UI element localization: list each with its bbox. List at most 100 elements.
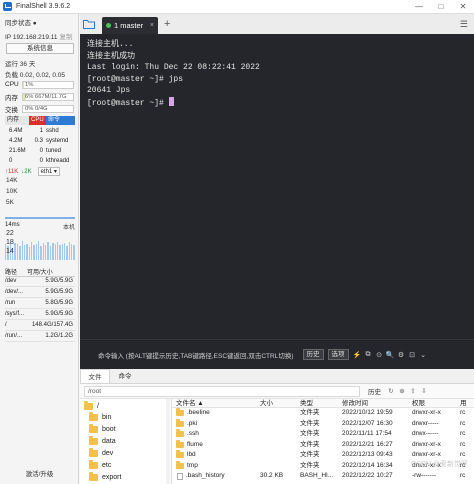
folder-icon bbox=[176, 450, 184, 459]
disk-row: /run/... 1.2G/1.2G bbox=[5, 331, 75, 342]
process-name: sshd bbox=[46, 128, 59, 134]
path-input[interactable]: /root bbox=[84, 385, 360, 397]
tree-item-data[interactable]: data bbox=[89, 435, 116, 447]
open-folder-button[interactable] bbox=[80, 14, 98, 34]
latency-graph: 22 18 14 bbox=[5, 230, 75, 260]
menu-icon[interactable]: ☰ bbox=[460, 19, 468, 30]
tab-master[interactable]: 1 master × bbox=[102, 17, 158, 34]
sync-status[interactable]: 同步状态 ● bbox=[5, 17, 37, 27]
disk-path: /run/... bbox=[5, 333, 23, 339]
directory-tree: / bin boot data dev etc export bbox=[80, 399, 172, 484]
file-owner: rc bbox=[460, 430, 466, 437]
col-size[interactable]: 大小 bbox=[258, 399, 300, 407]
tree-item-bin[interactable]: bin bbox=[89, 411, 111, 423]
tree-item-dev[interactable]: dev bbox=[89, 447, 113, 459]
file-name-text: .bash_history bbox=[186, 472, 225, 479]
upload-icon[interactable]: ⇧ bbox=[409, 387, 417, 395]
cpu-meter: CPU 1% bbox=[5, 80, 74, 89]
tree-label: boot bbox=[102, 425, 116, 433]
ip-address: IP 192.168.219.11 bbox=[5, 34, 58, 41]
net-tick: 10K bbox=[6, 188, 18, 195]
disk-size: 5.9G/5.9G bbox=[45, 311, 73, 317]
latency-bar bbox=[28, 247, 30, 260]
latency-bar bbox=[30, 242, 33, 260]
quick-command-icon[interactable]: ⚡ bbox=[353, 350, 362, 360]
fullscreen-icon[interactable]: ⊡ bbox=[408, 350, 417, 360]
activate-upgrade-link[interactable]: 激活/升级 bbox=[0, 468, 79, 478]
add-tab-button[interactable]: + bbox=[164, 18, 170, 30]
file-owner: rc bbox=[460, 472, 466, 479]
session-tab-bar: 1 master × + ☰ bbox=[80, 14, 474, 34]
bottom-panel-tabs: 文件 命令 bbox=[80, 369, 474, 384]
search-icon[interactable]: 🔍 bbox=[386, 350, 395, 360]
tree-item-boot[interactable]: boot bbox=[89, 423, 116, 435]
file-row[interactable]: .ssh 文件夹 2022/11/11 17:54 drwx------ rc bbox=[172, 429, 474, 440]
tab-close-icon[interactable]: × bbox=[150, 22, 154, 29]
file-modified: 2022/12/21 16:27 bbox=[342, 440, 393, 448]
path-history-button[interactable]: 历史 bbox=[368, 386, 381, 396]
command-input-bar: 命令输入 (按ALT键提示历史,TAB键路径,ESC键返回,双击CTRL切换) … bbox=[80, 339, 474, 369]
sort-by-cpu[interactable]: CPU bbox=[29, 116, 46, 125]
sort-by-memory[interactable]: 内存 bbox=[5, 116, 29, 125]
close-button[interactable]: ✕ bbox=[452, 0, 474, 14]
history-button[interactable]: 历史 bbox=[302, 349, 324, 360]
tab-files[interactable]: 文件 bbox=[80, 369, 110, 383]
file-row[interactable]: .pki 文件夹 2022/12/07 16:30 drwxr----- rc bbox=[172, 418, 474, 430]
tree-label: etc bbox=[102, 461, 112, 469]
latency-tick: 22 bbox=[6, 230, 14, 237]
process-name: systemd bbox=[46, 138, 69, 144]
refresh-icon[interactable]: ↻ bbox=[387, 387, 395, 395]
maximize-button[interactable]: □ bbox=[430, 0, 452, 14]
tab-commands[interactable]: 命令 bbox=[110, 369, 140, 383]
target-icon[interactable]: ⊙ bbox=[375, 350, 384, 360]
file-modified: 2022/12/14 16:34 bbox=[342, 461, 393, 469]
col-modified[interactable]: 修改时间 bbox=[342, 399, 412, 407]
options-button[interactable]: 选项 bbox=[327, 349, 349, 360]
tree-label: data bbox=[102, 437, 116, 445]
interface-select[interactable]: eth1 ▾ bbox=[37, 167, 60, 176]
file-type: 文件夹 bbox=[300, 409, 320, 416]
swap-value: 0% 0/4G bbox=[25, 105, 48, 112]
latency-bar bbox=[52, 243, 54, 260]
col-owner[interactable]: 用 bbox=[460, 399, 474, 407]
tree-label: dev bbox=[102, 449, 114, 457]
chevron-down-icon[interactable]: ⌄ bbox=[419, 350, 428, 360]
folder-icon bbox=[89, 435, 98, 445]
latency-bar bbox=[56, 241, 59, 260]
latency-bar bbox=[54, 244, 56, 260]
col-name[interactable]: 文件名 ▲ bbox=[172, 399, 258, 407]
download-icon[interactable]: ⇩ bbox=[420, 387, 428, 395]
process-row[interactable]: 4.2M 0.3 systemd bbox=[5, 136, 75, 146]
folder-icon bbox=[176, 439, 184, 448]
latency-bar bbox=[59, 245, 61, 260]
process-row[interactable]: 0 0 kthreadd bbox=[5, 156, 75, 166]
network-header: ↑11K ↓2K eth1 ▾ bbox=[5, 167, 75, 176]
copy-icon[interactable]: ⧉ bbox=[364, 350, 373, 360]
process-row[interactable]: 6.4M 1 sshd bbox=[5, 126, 75, 136]
minimize-button[interactable]: — bbox=[408, 0, 430, 14]
col-permissions[interactable]: 权限 bbox=[412, 399, 460, 407]
swap-label: 交换 bbox=[5, 106, 18, 114]
tree-item-etc[interactable]: etc bbox=[89, 459, 111, 471]
process-row[interactable]: 21.6M 0 tuned bbox=[5, 146, 75, 156]
terminal[interactable]: 连接主机... 连接主机成功 Last login: Thu Dec 22 08… bbox=[80, 34, 474, 339]
latency-bar bbox=[42, 243, 45, 260]
file-row[interactable]: flume 文件夹 2022/12/21 16:27 drwxr-xr-x rc bbox=[172, 439, 474, 451]
settings-icon[interactable]: ⚙ bbox=[397, 350, 406, 360]
command-input[interactable]: 命令输入 (按ALT键提示历史,TAB键路径,ESC键返回,双击CTRL切换) bbox=[98, 350, 294, 360]
disk-path: /sys/f... bbox=[5, 311, 25, 317]
file-row[interactable]: .beeline 文件夹 2022/10/12 19:59 drwxr-xr-x rc bbox=[172, 408, 474, 419]
latency-bar bbox=[33, 245, 35, 260]
file-row[interactable]: .bash_history 30.2 KB BASH_HI... 2022/12/22… bbox=[172, 471, 474, 482]
file-name-text: .ssh bbox=[187, 430, 199, 437]
system-info-button[interactable]: 系统信息 bbox=[6, 43, 74, 54]
tree-scrollbar[interactable] bbox=[166, 399, 170, 484]
tree-item-export[interactable]: export bbox=[89, 471, 121, 483]
sort-by-command[interactable]: 命令 bbox=[46, 116, 75, 125]
file-modified: 2022/10/12 19:59 bbox=[342, 409, 393, 416]
col-type[interactable]: 类型 bbox=[300, 399, 342, 407]
file-name: tmp bbox=[172, 460, 258, 472]
new-folder-icon[interactable]: ⊕ bbox=[398, 387, 406, 395]
copy-ip-link[interactable]: 复制 bbox=[60, 34, 73, 41]
latency-bar bbox=[71, 244, 73, 260]
